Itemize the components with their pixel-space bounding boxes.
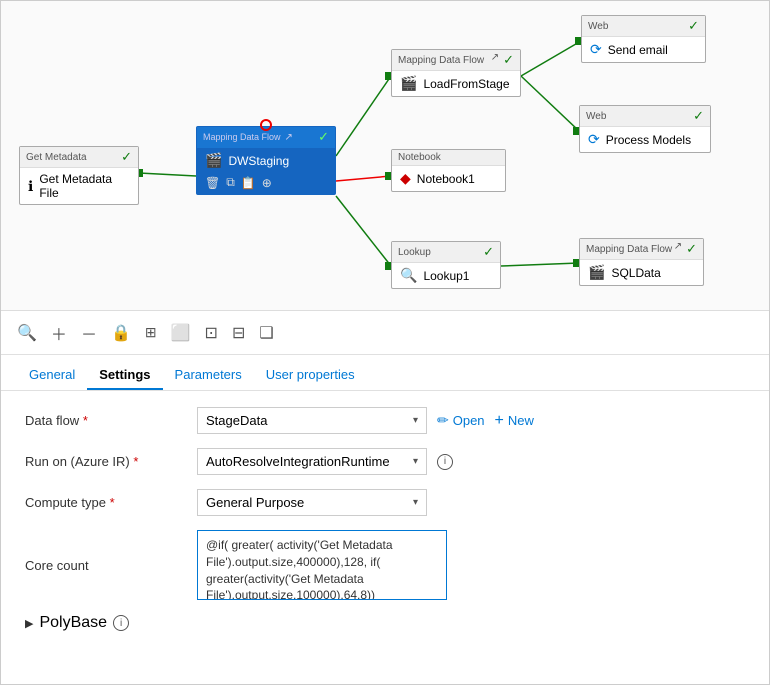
- data-flow-dropdown[interactable]: StageData ▾: [197, 407, 427, 434]
- dropdown-arrow-icon: ▾: [413, 415, 418, 426]
- lookup-icon: 🔍: [400, 267, 417, 284]
- compute-type-dropdown[interactable]: General Purpose ▾: [197, 489, 427, 516]
- plus-icon: +: [495, 412, 504, 430]
- node-sql-data[interactable]: Mapping Data Flow ↗ ✓ 🎬 SQLData: [579, 238, 704, 286]
- tab-settings[interactable]: Settings: [87, 359, 162, 390]
- toolbar: 🔍 ＋ － 🔒 ⊞ ⬜ ⊡ ⊟ ❑: [1, 311, 769, 355]
- search-icon[interactable]: 🔍: [17, 323, 37, 343]
- settings-panel: Data flow * StageData ▾ ✏ Open + New: [1, 391, 769, 684]
- tab-user-properties[interactable]: User properties: [254, 359, 367, 390]
- main-container: Get Metadata ✓ ℹ Get Metadata File Mappi…: [0, 0, 770, 685]
- layers-icon[interactable]: ❑: [259, 323, 273, 343]
- open-link[interactable]: ✏ Open: [437, 412, 485, 429]
- cursor-icon[interactable]: ⊡: [205, 323, 218, 343]
- frame-icon[interactable]: ⬜: [171, 323, 191, 343]
- canvas-area: Get Metadata ✓ ℹ Get Metadata File Mappi…: [1, 1, 769, 311]
- core-count-input[interactable]: @if( greater( activity('Get Metadata Fil…: [197, 530, 447, 600]
- tab-general[interactable]: General: [17, 359, 87, 390]
- data-flow-row: Data flow * StageData ▾ ✏ Open + New: [25, 407, 745, 434]
- mapping-icon: 🎬: [205, 152, 222, 169]
- fitpage-icon[interactable]: ⊞: [145, 324, 157, 341]
- add-icon[interactable]: ＋: [51, 321, 67, 345]
- node-get-metadata[interactable]: Get Metadata ✓ ℹ Get Metadata File: [19, 146, 139, 205]
- delete-btn[interactable]: 🗑: [205, 176, 220, 190]
- polybase-info-icon[interactable]: i: [113, 615, 129, 631]
- new-link[interactable]: + New: [495, 412, 534, 430]
- run-on-dropdown[interactable]: AutoResolveIntegrationRuntime ▾: [197, 448, 427, 475]
- node-notebook1[interactable]: Notebook ◆ Notebook1: [391, 149, 506, 192]
- tabs-bar: General Settings Parameters User propert…: [1, 355, 769, 391]
- node-process-models[interactable]: Web ✓ ⟳ Process Models: [579, 105, 711, 153]
- data-flow-label: Data flow *: [25, 413, 185, 428]
- pencil-icon: ✏: [437, 412, 449, 429]
- polybase-row: ▶ PolyBase i: [25, 614, 745, 632]
- copy-btn[interactable]: ⧉: [226, 175, 235, 190]
- minus-icon[interactable]: －: [81, 321, 97, 345]
- node-lookup1[interactable]: Lookup ✓ 🔍 Lookup1: [391, 241, 501, 289]
- grid-icon[interactable]: ⊟: [232, 323, 245, 343]
- expand-icon[interactable]: ▶: [25, 617, 33, 630]
- web-icon: ⟳: [588, 131, 600, 148]
- mapping-icon: 🎬: [588, 264, 605, 281]
- paste-btn[interactable]: 📋: [241, 176, 256, 190]
- tab-parameters[interactable]: Parameters: [163, 359, 254, 390]
- node-dw-staging[interactable]: Mapping Data Flow ↗ ✓ 🎬 DWStaging 🗑 ⧉ 📋 …: [196, 126, 336, 195]
- compute-type-row: Compute type * General Purpose ▾: [25, 489, 745, 516]
- run-on-label: Run on (Azure IR) *: [25, 454, 185, 469]
- web-icon: ⟳: [590, 41, 602, 58]
- lock-icon[interactable]: 🔒: [111, 323, 131, 343]
- dropdown-arrow-icon: ▾: [413, 497, 418, 508]
- dropdown-arrow-icon: ▾: [413, 456, 418, 467]
- node-load-from-stage[interactable]: Mapping Data Flow ↗ ✓ 🎬 LoadFromStage: [391, 49, 521, 97]
- run-on-row: Run on (Azure IR) * AutoResolveIntegrati…: [25, 448, 745, 475]
- notebook-icon: ◆: [400, 170, 411, 187]
- core-count-label: Core count: [25, 558, 185, 573]
- info-icon: ℹ: [28, 178, 33, 195]
- add-btn[interactable]: ⊕: [262, 176, 272, 190]
- node-send-email[interactable]: Web ✓ ⟳ Send email: [581, 15, 706, 63]
- mapping-icon: 🎬: [400, 75, 417, 92]
- compute-type-label: Compute type *: [25, 495, 185, 510]
- core-count-row: Core count @if( greater( activity('Get M…: [25, 530, 745, 600]
- polybase-label: PolyBase: [39, 614, 107, 632]
- info-icon[interactable]: i: [437, 454, 453, 470]
